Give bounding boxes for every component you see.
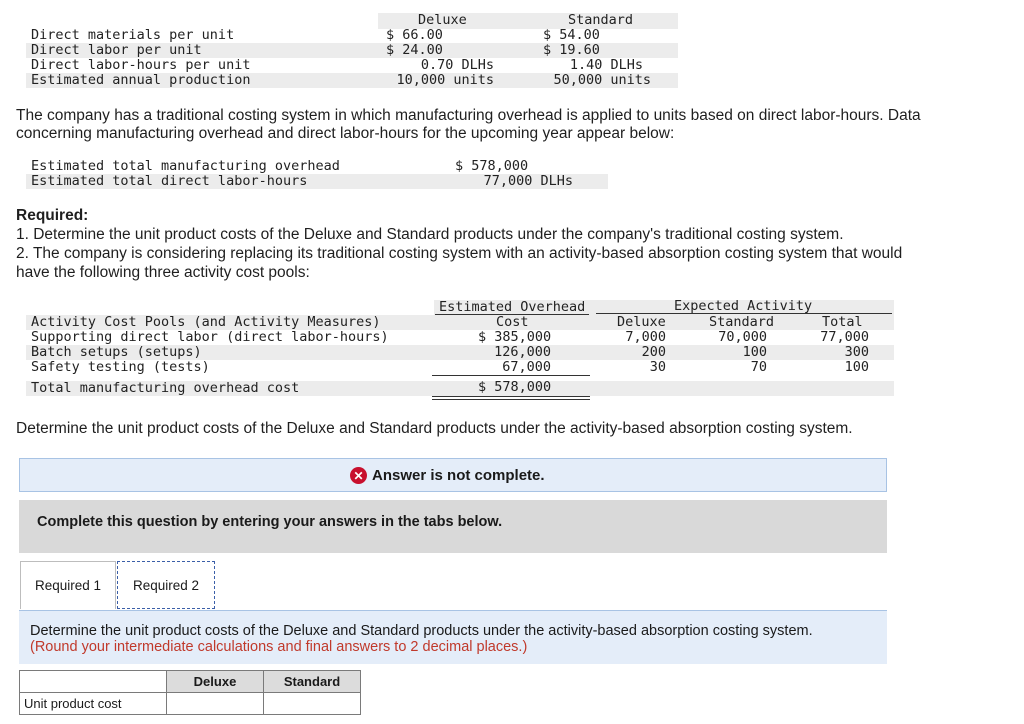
- product-deluxe-value: 0.70 DLHs: [420, 57, 494, 73]
- answer-status-banner: ✕ Answer is not complete.: [19, 458, 887, 492]
- activity-pool-label: Safety testing (tests): [31, 359, 210, 375]
- activity-cost: 126,000: [494, 344, 551, 360]
- cost-total-underline: [432, 375, 590, 376]
- instruction-line-1: Determine the unit product costs of the …: [30, 623, 813, 639]
- tab-required-2[interactable]: Required 2: [117, 561, 215, 609]
- deluxe-unit-cost-input[interactable]: [171, 693, 259, 714]
- answer-table-corner: [19, 670, 167, 693]
- activity-header-expected: Expected Activity: [674, 298, 813, 314]
- activity-deluxe: 30: [649, 359, 666, 375]
- activity-cost: 67,000: [502, 359, 551, 375]
- determine-text: Determine the unit product costs of the …: [16, 420, 853, 437]
- question-instructions: Determine the unit product costs of the …: [19, 610, 887, 664]
- activity-standard: 100: [742, 344, 767, 360]
- activity-pool-label: Supporting direct labor (direct labor-ho…: [31, 329, 389, 345]
- overhead-label: Estimated total manufacturing overhead: [31, 158, 340, 174]
- intro-text-1: The company has a traditional costing sy…: [16, 107, 921, 124]
- product-row-label: Estimated annual production: [31, 72, 251, 88]
- answer-table: Deluxe Standard Unit product cost: [19, 670, 361, 715]
- product-standard-value: $ 54.00: [543, 27, 600, 43]
- required-item-2a: 2. The company is considering replacing …: [16, 245, 903, 262]
- answer-col-deluxe: Deluxe: [166, 670, 264, 693]
- activity-total: 77,000: [820, 329, 869, 345]
- activity-header-deluxe: Deluxe: [617, 314, 666, 330]
- tab-required-1[interactable]: Required 1: [20, 561, 116, 609]
- product-standard-value: $ 19.60: [543, 42, 600, 58]
- activity-total: 100: [844, 359, 869, 375]
- activity-header-standard: Standard: [709, 314, 775, 330]
- required-item-1: 1. Determine the unit product costs of t…: [16, 226, 844, 243]
- overhead-label: Estimated total direct labor-hours: [31, 173, 308, 189]
- instruction-rounding-note: (Round your intermediate calculations an…: [30, 639, 528, 655]
- activity-standard: 70: [750, 359, 767, 375]
- product-deluxe-value: $ 66.00: [386, 27, 443, 43]
- activity-total: 300: [844, 344, 869, 360]
- cost-total-double-underline-2: [432, 399, 590, 400]
- product-row-label: Direct materials per unit: [31, 27, 235, 43]
- activity-total-label: Total manufacturing overhead cost: [31, 380, 300, 396]
- product-standard-value: 1.40 DLHs: [569, 57, 643, 73]
- instructions-panel-text: Complete this question by entering your …: [37, 514, 503, 530]
- answer-row-label: Unit product cost: [19, 692, 167, 715]
- activity-header-cost: Cost: [496, 314, 529, 330]
- answer-deluxe-cell: [166, 692, 264, 715]
- product-row-label: Direct labor per unit: [31, 42, 202, 58]
- product-deluxe-value: $ 24.00: [386, 42, 443, 58]
- product-standard-value: 50,000 units: [553, 72, 651, 88]
- activity-deluxe: 7,000: [625, 329, 666, 345]
- activity-total-cost: $ 578,000: [478, 379, 552, 395]
- required-heading: Required:: [16, 207, 89, 224]
- answer-standard-cell: [263, 692, 361, 715]
- activity-header-total: Total: [822, 314, 863, 330]
- activity-standard: 70,000: [718, 329, 767, 345]
- product-row-label: Direct labor-hours per unit: [31, 57, 251, 73]
- standard-unit-cost-input[interactable]: [268, 693, 356, 714]
- answer-col-standard: Standard: [263, 670, 361, 693]
- error-x-icon: ✕: [350, 467, 367, 484]
- answer-status-text: Answer is not complete.: [372, 467, 545, 484]
- product-col-standard: Standard: [568, 12, 634, 28]
- overhead-value: $ 578,000: [455, 158, 529, 174]
- intro-text-2: concerning manufacturing overhead and di…: [16, 125, 675, 142]
- activity-deluxe: 200: [641, 344, 666, 360]
- product-deluxe-value: 10,000 units: [396, 72, 494, 88]
- overhead-value: 77,000 DLHs: [483, 173, 573, 189]
- product-col-deluxe: Deluxe: [418, 12, 467, 28]
- activity-pool-label: Batch setups (setups): [31, 344, 202, 360]
- cost-total-double-underline-1: [432, 396, 590, 397]
- required-item-2b: have the following three activity cost p…: [16, 264, 310, 281]
- activity-cost: $ 385,000: [478, 329, 552, 345]
- activity-header-pools: Activity Cost Pools (and Activity Measur…: [31, 314, 381, 330]
- instructions-panel: Complete this question by entering your …: [19, 500, 887, 553]
- activity-header-overhead: Estimated Overhead: [439, 299, 586, 315]
